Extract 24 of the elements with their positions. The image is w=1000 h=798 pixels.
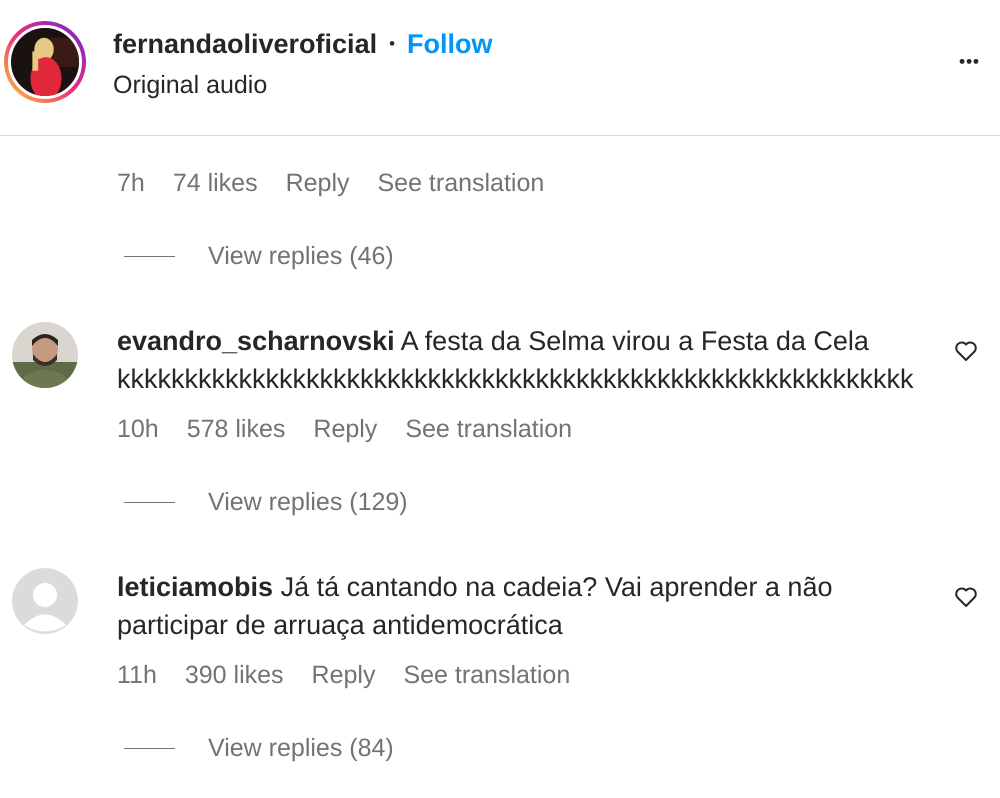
reply-link[interactable]: Reply: [313, 414, 378, 444]
view-replies-link[interactable]: View replies (129): [208, 487, 408, 517]
reply-link[interactable]: Reply: [286, 168, 350, 198]
username[interactable]: fernandaoliveroficial: [113, 26, 378, 60]
see-translation-link[interactable]: See translation: [405, 414, 572, 444]
heart-icon[interactable]: [954, 586, 978, 608]
timestamp: 7h: [117, 168, 145, 198]
likes-count[interactable]: 74 likes: [172, 168, 258, 198]
follow-button[interactable]: Follow: [407, 26, 493, 60]
see-translation-link[interactable]: See translation: [403, 660, 570, 690]
see-translation-link[interactable]: See translation: [378, 168, 544, 198]
likes-count[interactable]: 390 likes: [184, 660, 284, 690]
view-replies-link[interactable]: View replies (84): [208, 733, 394, 763]
timestamp: 10h: [117, 414, 159, 444]
comment-text: leticiamobis Já tá cantando na cadeia? Vai aprender a não participar de arruaça antidemocrática: [117, 571, 834, 642]
likes-count[interactable]: 578 likes: [186, 414, 286, 444]
comment-text: evandro_scharnovski A festa da Selma virou a Festa da Cela kkkkkkkkkkkkkkkkkkkkkkkkkkkkkkkkkkkkkkkkkkkkkkkkkkkkkkkkkkk: [117, 325, 914, 396]
separator-dot: •: [389, 32, 396, 54]
reply-link[interactable]: Reply: [312, 660, 376, 690]
audio-label[interactable]: Original audio: [113, 70, 960, 100]
view-replies-link[interactable]: View replies (46): [208, 241, 394, 271]
more-options-button[interactable]: •••: [959, 52, 980, 72]
timestamp: 11h: [117, 660, 157, 690]
heart-icon[interactable]: [954, 340, 978, 362]
